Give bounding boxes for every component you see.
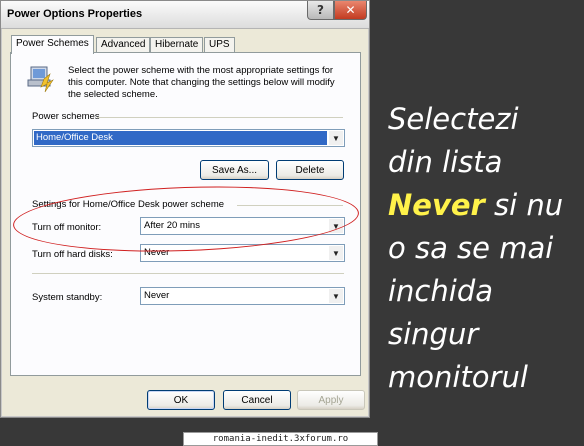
save-as-button[interactable]: Save As... bbox=[200, 160, 269, 180]
description-text: Select the power scheme with the most ap… bbox=[68, 65, 335, 100]
help-icon: ? bbox=[317, 3, 324, 17]
turn-off-hard-disks-label: Turn off hard disks: bbox=[32, 249, 113, 260]
ok-button[interactable]: OK bbox=[147, 390, 215, 410]
tab-hibernate[interactable]: Hibernate bbox=[150, 37, 204, 53]
power-schemes-label: Power schemes bbox=[32, 111, 100, 122]
site-watermark: romania-inedit.3xforum.ro bbox=[183, 432, 378, 446]
caption-line: singur bbox=[388, 317, 479, 351]
power-scheme-value: Home/Office Desk bbox=[34, 131, 327, 145]
system-standby-label: System standby: bbox=[32, 292, 103, 303]
caption-line-rest: si nu bbox=[484, 188, 564, 222]
power-options-dialog: Power Options Properties ? ✕ Power Schem… bbox=[0, 0, 370, 418]
caption-line: din lista bbox=[388, 145, 503, 179]
tab-ups[interactable]: UPS bbox=[204, 37, 235, 53]
chevron-down-icon: ▼ bbox=[329, 246, 343, 260]
system-standby-dropdown[interactable]: Never ▼ bbox=[140, 287, 345, 305]
close-icon: ✕ bbox=[345, 3, 356, 17]
caption-line: inchida bbox=[388, 274, 493, 308]
help-button[interactable]: ? bbox=[307, 1, 334, 20]
caption-line: Never si nu bbox=[388, 184, 582, 227]
caption-line: Selectezi bbox=[388, 102, 519, 136]
window-title: Power Options Properties bbox=[7, 8, 143, 20]
caption-line: monitorul bbox=[388, 360, 528, 394]
settings-divider bbox=[32, 273, 344, 274]
power-schemes-icon bbox=[27, 66, 54, 93]
delete-button[interactable]: Delete bbox=[276, 160, 344, 180]
power-scheme-dropdown[interactable]: Home/Office Desk ▼ bbox=[32, 129, 345, 147]
title-bar[interactable]: Power Options Properties ? ✕ bbox=[1, 1, 369, 29]
chevron-down-icon: ▼ bbox=[329, 131, 343, 145]
close-button[interactable]: ✕ bbox=[334, 1, 367, 20]
tab-power-schemes[interactable]: Power Schemes bbox=[11, 35, 94, 54]
caption-highlight: Never bbox=[388, 188, 485, 222]
tab-advanced[interactable]: Advanced bbox=[96, 37, 151, 53]
caption-line: o sa se mai bbox=[388, 231, 554, 265]
group-divider bbox=[97, 117, 343, 118]
cancel-button[interactable]: Cancel bbox=[223, 390, 291, 410]
chevron-down-icon: ▼ bbox=[329, 289, 343, 303]
system-standby-value: Never bbox=[144, 290, 170, 301]
instruction-caption: Selectezi din lista Never si nu o sa se … bbox=[388, 98, 582, 399]
apply-button[interactable]: Apply bbox=[297, 390, 365, 410]
